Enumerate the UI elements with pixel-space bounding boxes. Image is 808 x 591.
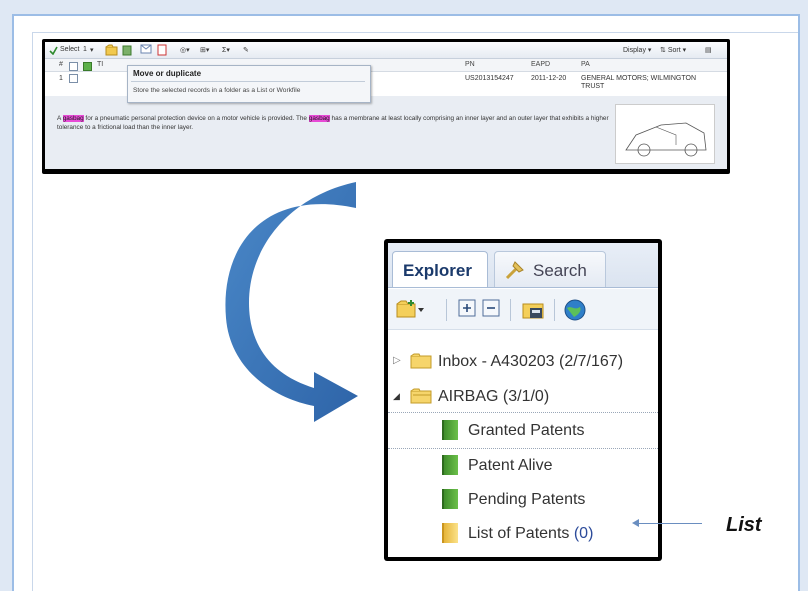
toolbar-separator <box>554 299 555 321</box>
print-icon[interactable]: ▤ <box>705 46 712 54</box>
col-ti[interactable]: TI <box>97 61 103 68</box>
check-icon <box>49 46 58 57</box>
export-icon[interactable] <box>121 44 133 58</box>
select-count: 1 <box>83 46 87 53</box>
sigma-icon[interactable]: Σ▾ <box>222 46 230 54</box>
select-dropdown-icon[interactable]: ▾ <box>90 46 94 54</box>
keyword-highlight: gasbag <box>308 115 330 122</box>
tree-item-list-of-patents[interactable]: List of Patents (0) <box>388 519 658 549</box>
folder-icon <box>410 353 432 369</box>
tab-explorer[interactable]: Explorer <box>392 251 488 287</box>
folder-open-icon[interactable] <box>522 299 548 319</box>
list-icon <box>442 523 458 543</box>
workfile-icon <box>442 489 458 509</box>
pdf-icon[interactable] <box>157 44 167 58</box>
abstract-text: for a pneumatic personal protection devi… <box>83 115 309 122</box>
group-icon[interactable]: ⊞▾ <box>200 46 209 54</box>
record-abstract: A gasbag for a pneumatic personal protec… <box>57 114 617 132</box>
abstract-text: A <box>57 115 63 122</box>
tree-divider <box>388 412 658 413</box>
patent-drawing-thumbnail[interactable] <box>615 104 715 164</box>
explorer-tabbar: Explorer Search <box>388 243 658 288</box>
display-button[interactable]: Display ▾ <box>623 46 651 54</box>
explorer-panel: Explorer Search ▷ Inbox - A430203 (2/7/1… <box>388 243 658 557</box>
select-label[interactable]: Select <box>60 46 79 53</box>
tab-search-label: Search <box>533 261 587 280</box>
tree-item-inbox[interactable]: ▷ Inbox - A430203 (2/7/167) <box>388 347 658 377</box>
expand-all-icon[interactable] <box>458 299 476 319</box>
car-drawing <box>625 122 707 157</box>
tab-search[interactable]: Search <box>494 251 606 287</box>
workfile-icon <box>442 455 458 475</box>
col-eapd[interactable]: EAPD <box>531 61 550 68</box>
annotation-label: List <box>726 514 762 536</box>
tree-item-label: Inbox - A430203 (2/7/167) <box>438 353 624 370</box>
row-pn[interactable]: US2013154247 <box>465 75 514 82</box>
tree-item-label: Patent Alive <box>468 457 553 474</box>
row-pa-line1: GENERAL MOTORS; WILMINGTON <box>581 75 696 82</box>
tree-item-pending-patents[interactable]: Pending Patents <box>388 485 658 515</box>
row-eapd: 2011-12-20 <box>531 75 567 82</box>
tooltip-description: Store the selected records in a folder a… <box>133 87 301 94</box>
sort-button[interactable]: ⇅ Sort ▾ <box>660 46 686 54</box>
tree-item-patent-alive[interactable]: Patent Alive <box>388 451 658 481</box>
display-label: Display <box>623 47 646 54</box>
tree-item-label: Granted Patents <box>468 422 585 439</box>
tree-item-granted-patents[interactable]: Granted Patents <box>388 416 658 446</box>
row-pa-line2: TRUST <box>581 83 605 90</box>
col-num: # <box>59 61 63 68</box>
list-label: List of Patents <box>468 525 570 542</box>
expand-arrow-icon[interactable]: ▷ <box>393 355 401 366</box>
explorer-screenshot: Explorer Search ▷ Inbox - A430203 (2/7/1… <box>384 239 662 561</box>
toolbar-separator <box>446 299 447 321</box>
tree-item-label: AIRBAG (3/1/0) <box>438 388 550 405</box>
globe-icon[interactable] <box>564 299 588 321</box>
tree-item-airbag[interactable]: ◢ AIRBAG (3/1/0) <box>388 382 658 412</box>
toolbar-separator <box>510 299 511 321</box>
tree-item-label: Pending Patents <box>468 491 586 508</box>
row-num: 1 <box>59 75 63 82</box>
results-view: Select 1 ▾ ◎▾ ⊞▾ Σ▾ ✎ Display ▾ ⇅ Sort ▾… <box>45 42 727 169</box>
list-count: (0) <box>573 525 594 542</box>
email-icon[interactable] <box>140 44 152 56</box>
folder-open-icon <box>410 388 432 404</box>
new-folder-icon[interactable] <box>396 299 426 319</box>
workfile-icon <box>442 420 458 440</box>
tree-divider <box>388 448 658 449</box>
collapse-arrow-icon[interactable]: ◢ <box>393 391 400 402</box>
results-toolbar: Select 1 ▾ ◎▾ ⊞▾ Σ▾ ✎ Display ▾ ⇅ Sort ▾… <box>45 42 727 59</box>
explorer-toolbar <box>388 289 658 330</box>
col-pn[interactable]: PN <box>465 61 475 68</box>
search-icon <box>503 258 527 287</box>
collapse-all-icon[interactable] <box>482 299 500 319</box>
tooltip: Move or duplicate Store the selected rec… <box>127 65 371 103</box>
curved-arrow <box>225 182 358 422</box>
sort-label: Sort <box>667 47 681 54</box>
pointer-arrow <box>636 523 702 524</box>
highlight-icon[interactable]: ✎ <box>243 46 249 54</box>
keyword-highlight: gasbag <box>62 115 84 122</box>
view-icon[interactable]: ◎▾ <box>180 46 190 54</box>
tree-item-label: List of Patents (0) <box>468 525 593 543</box>
results-screenshot: Select 1 ▾ ◎▾ ⊞▾ Σ▾ ✎ Display ▾ ⇅ Sort ▾… <box>42 39 730 174</box>
col-pa[interactable]: PA <box>581 61 590 68</box>
move-folder-icon[interactable] <box>105 44 119 58</box>
tooltip-title: Move or duplicate <box>133 69 202 78</box>
